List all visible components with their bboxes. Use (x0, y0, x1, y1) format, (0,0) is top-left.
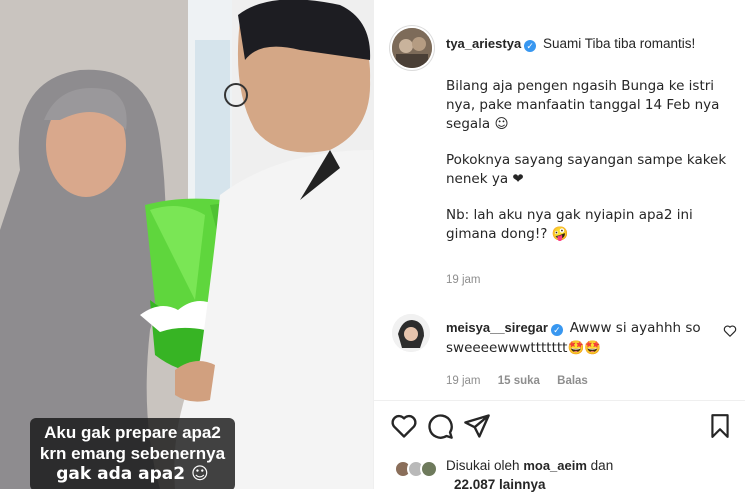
liked-by-suffix: dan (590, 458, 614, 473)
liked-by-user[interactable]: moa_aeim (523, 458, 587, 473)
post-caption-header: tya_ariestya ✓ Suami Tiba tiba romantis! (446, 36, 741, 52)
liked-by-prefix: Disukai oleh (446, 458, 520, 473)
post-username[interactable]: tya_ariestya (446, 36, 521, 51)
caption-line: gak ada apa2 ☺ (56, 464, 209, 484)
post-video[interactable]: Aku gak prepare apa2 krn emang sebenerny… (0, 0, 373, 489)
avatar[interactable] (392, 28, 432, 68)
comment-avatar-image (392, 314, 430, 352)
comment-meta: 19 jam 15 suka Balas (446, 375, 602, 387)
comment-username[interactable]: meisya__siregar (446, 320, 548, 335)
divider (374, 400, 745, 401)
avatar-image (392, 28, 432, 68)
comment-reply-button[interactable]: Balas (557, 375, 588, 387)
instagram-post: Aku gak prepare apa2 krn emang sebenerny… (0, 0, 745, 492)
video-frame-illustration (0, 0, 373, 489)
post-caption-body: Bilang aja pengen ngasih Bunga ke istri … (446, 77, 736, 261)
caption-line: Aku gak prepare apa2 (44, 423, 221, 442)
post-details-panel: tya_ariestya ✓ Suami Tiba tiba romantis! … (373, 0, 745, 492)
verified-badge-icon: ✓ (524, 40, 537, 52)
caption-line: krn emang sebenernya (39, 444, 226, 463)
caption-paragraph: Bilang aja pengen ngasih Bunga ke istri … (446, 78, 720, 132)
share-icon[interactable] (463, 412, 491, 440)
verified-badge-icon: ✓ (550, 324, 563, 336)
comment-avatar[interactable] (392, 314, 430, 352)
comment-timestamp[interactable]: 19 jam (446, 375, 481, 387)
caption-paragraph: Pokoknya sayang sayangan sampe kakek nen… (446, 152, 727, 187)
comment-icon[interactable] (426, 412, 454, 440)
post-timestamp[interactable]: 19 jam (446, 274, 481, 286)
comment: meisya__siregar ✓ Awww si ayahhh so sweee… (446, 318, 706, 358)
post-headline: Suami Tiba tiba romantis! (542, 36, 696, 51)
liked-by: Disukai oleh moa_aeim dan (446, 458, 613, 473)
comment-like-count[interactable]: 15 suka (498, 375, 540, 387)
caption-paragraph: Nb: lah aku nya gak nyiapin apa2 ini gim… (446, 207, 693, 242)
liker-avatar (420, 460, 438, 478)
liked-by-others[interactable]: 22.087 lainnya (454, 477, 546, 492)
video-caption: Aku gak prepare apa2 krn emang sebenerny… (30, 418, 235, 489)
save-icon[interactable] (707, 412, 733, 440)
comment-heart-icon[interactable] (723, 324, 737, 338)
heart-icon[interactable] (390, 412, 418, 440)
